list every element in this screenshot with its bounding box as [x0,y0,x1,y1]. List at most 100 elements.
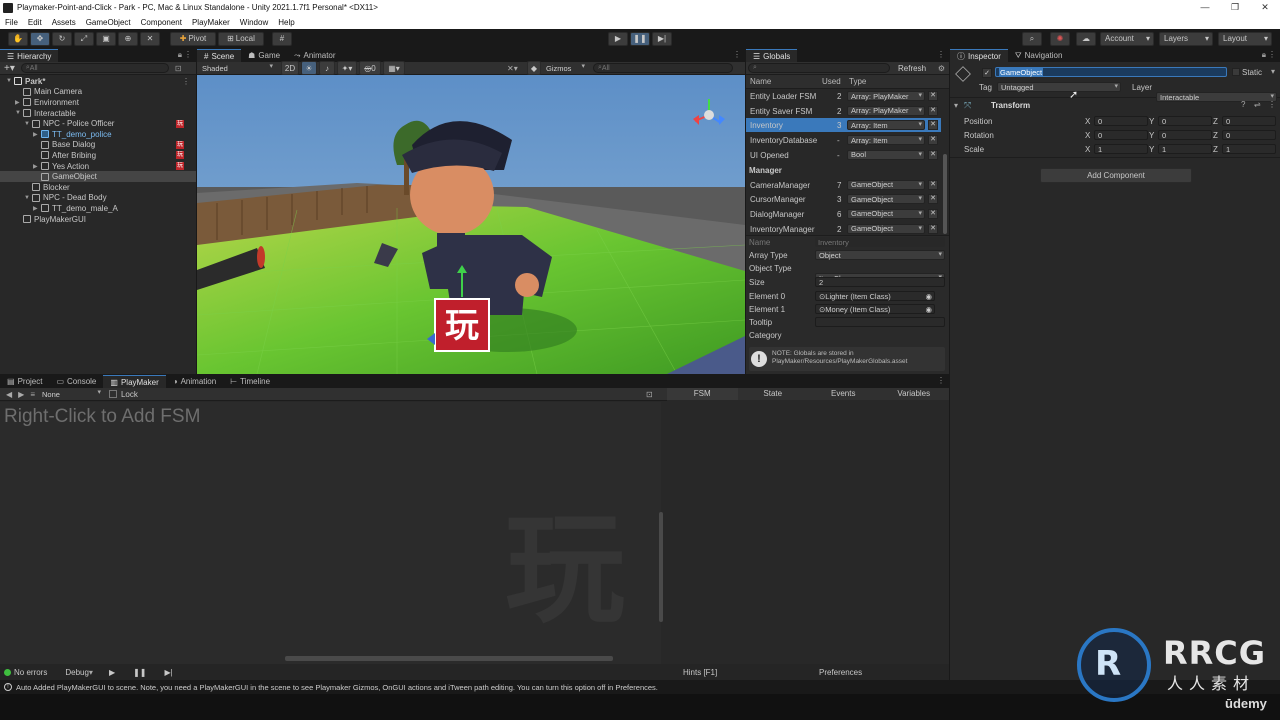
scene-viewport[interactable]: 玩 [197,75,745,374]
graph-horizontal-scrollbar[interactable] [285,656,613,661]
tab-fsm[interactable]: FSM [667,388,738,400]
fsm-graph-canvas[interactable]: Right-Click to Add FSM 玩 [0,402,663,664]
lighting-icon[interactable]: ☀ [301,61,317,75]
errors-status[interactable]: No errors [14,668,47,677]
position-z-field[interactable]: 0 [1222,116,1276,126]
transform-tool-icon[interactable]: ⊕ [118,31,138,46]
variable-type-dropdown[interactable]: GameObject [847,194,925,205]
more-icon[interactable]: ⋮ [182,77,190,86]
menu-component[interactable]: Component [136,18,187,27]
rotation-y-field[interactable]: 0 [1158,130,1212,140]
global-variable-row[interactable]: Inventory 3 Array: Item ✕ [746,118,941,133]
variable-type-dropdown[interactable]: GameObject [847,208,925,219]
axis-z-label[interactable]: Z [1213,131,1218,140]
menu-file[interactable]: File [0,18,23,27]
more-icon[interactable]: ⋮ [937,50,945,59]
delete-variable-icon[interactable]: ✕ [928,179,938,190]
account-dropdown[interactable]: Account ▾ [1100,31,1154,46]
pause-button[interactable]: ❚❚ [630,31,650,46]
forward-icon[interactable]: ▶ [18,390,24,399]
tag-dropdown[interactable]: Untagged [997,82,1121,92]
hidden-objects-icon[interactable]: ◎ 0 [359,61,381,75]
maximize-icon[interactable]: ❐ [1220,0,1250,15]
scene-search-input[interactable]: ⌕ All [593,63,733,73]
hierarchy-item[interactable]: After Bribing 玩 [0,150,196,161]
pause-icon[interactable]: ❚❚ [133,668,146,677]
foldout-arrow-icon[interactable]: ▼ [24,121,32,127]
global-variable-row[interactable]: CameraManager 7 GameObject ✕ [746,178,941,192]
global-variable-row[interactable]: Entity Loader FSM 2 Array: PlayMaker ✕ [746,89,941,103]
rect-tool-icon[interactable]: ▣ [96,31,116,46]
variable-type-dropdown[interactable]: Bool [847,149,925,160]
name-field[interactable]: Inventory [815,237,945,247]
global-variable-row[interactable]: InventoryManager 2 GameObject ✕ [746,222,941,236]
variable-type-dropdown[interactable]: Array: Item [847,135,925,146]
global-variable-row[interactable]: CursorManager 3 GameObject ✕ [746,192,941,206]
tab-inspector[interactable]: ⓘ Inspector [950,49,1008,62]
active-checkbox[interactable]: ✓ [982,68,992,78]
foldout-arrow-icon[interactable]: ▼ [24,195,32,201]
object-picker-icon[interactable]: ◉ [925,305,932,314]
back-icon[interactable]: ◀ [6,390,12,399]
tab-animation[interactable]: ◑ Animation [166,375,223,388]
scale-z-field[interactable]: 1 [1222,144,1276,154]
variable-type-dropdown[interactable]: Array: PlayMaker [847,105,925,116]
foldout-arrow-icon[interactable]: ▶ [15,99,23,106]
global-variable-row[interactable]: Entity Saver FSM 2 Array: PlayMaker ✕ [746,104,941,118]
hierarchy-item[interactable]: Blocker [0,182,196,193]
gameobject-name-input[interactable]: GameObject [995,67,1227,77]
more-icon[interactable]: ⋮ [1268,50,1276,59]
variable-type-dropdown[interactable]: GameObject [847,179,925,190]
element0-field[interactable]: ⊙ Lighter (Item Class) ◉ [815,291,935,301]
foldout-arrow-icon[interactable]: ▶ [33,163,41,170]
delete-variable-icon[interactable]: ✕ [928,208,938,219]
layout-dropdown[interactable]: Layout ▾ [1218,31,1272,46]
axis-y-label[interactable]: Y [1149,117,1154,126]
hierarchy-item[interactable]: Base Dialog 玩 [0,140,196,151]
camera-settings-icon[interactable]: ▦▾ [383,61,405,75]
close-icon[interactable]: ✕ [1250,0,1280,15]
object-picker-icon[interactable]: ◉ [925,292,932,301]
collab-icon[interactable]: ✺ [1050,31,1070,46]
position-y-field[interactable]: 0 [1158,116,1212,126]
2d-toggle[interactable]: 2D [281,61,299,75]
gizmos-dropdown[interactable]: Gizmos [543,62,587,73]
hand-tool-icon[interactable]: ✋ [8,31,28,46]
presets-icon[interactable]: ⇌ [1254,100,1261,109]
category-header[interactable]: Manager [749,166,782,175]
tab-globals[interactable]: ☰ Globals [746,49,798,62]
hierarchy-item[interactable]: ▼ Park* ⋮ [0,76,196,87]
tab-variables[interactable]: Variables [879,388,950,400]
global-variable-row[interactable]: InventoryDatabase - Array: Item ✕ [746,133,941,147]
tab-hierarchy[interactable]: ☰ Hierarchy [0,49,59,62]
foldout-arrow-icon[interactable]: ▼ [15,110,23,116]
play-button[interactable]: ▶ [608,31,628,46]
delete-variable-icon[interactable]: ✕ [928,194,938,205]
globals-search-input[interactable]: ⌕ [748,63,890,73]
delete-variable-icon[interactable]: ✕ [928,223,938,234]
tab-game[interactable]: ☗ Game [241,49,287,62]
move-tool-icon[interactable]: ✥ [30,31,50,46]
variable-type-dropdown[interactable]: Array: Item [847,120,925,131]
tab-events[interactable]: Events [808,388,879,400]
refresh-button[interactable]: Refresh [898,64,926,73]
gizmo-toggle-icon[interactable]: ◆ [527,61,541,75]
rotation-z-field[interactable]: 0 [1222,130,1276,140]
axis-z-label[interactable]: Z [1213,145,1218,154]
tab-scene[interactable]: # Scene [197,49,242,62]
position-x-field[interactable]: 0 [1094,116,1148,126]
menu-playmaker[interactable]: PlayMaker [187,18,235,27]
foldout-arrow-icon[interactable]: ▾ [954,101,958,110]
axis-y-label[interactable]: Y [1149,145,1154,154]
element1-field[interactable]: ⊙ Money (Item Class) ◉ [815,304,935,314]
delete-variable-icon[interactable]: ✕ [928,105,938,116]
graph-vertical-scrollbar[interactable] [659,512,663,622]
minimize-icon[interactable]: — [1190,0,1220,15]
settings-gear-icon[interactable]: ⚙ [938,64,945,73]
local-toggle[interactable]: ⊞ Local [218,31,264,46]
lock-icon[interactable]: 🔒︎ [178,50,182,60]
more-icon[interactable]: ⋮ [733,50,741,59]
foldout-arrow-icon[interactable]: ▶ [33,131,41,138]
axis-x-label[interactable]: X [1085,145,1090,154]
menu-help[interactable]: Help [273,18,299,27]
